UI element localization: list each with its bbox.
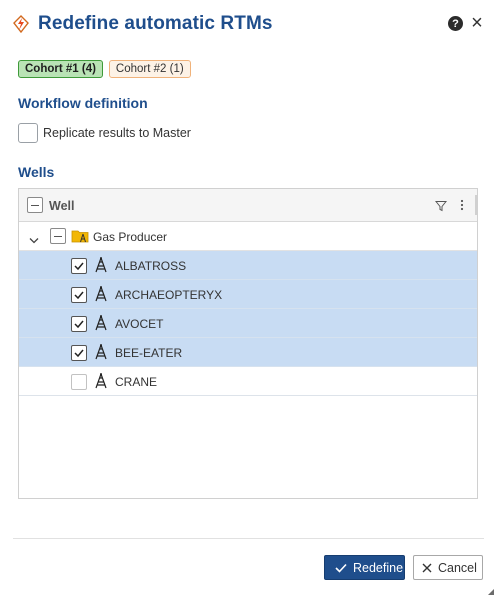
group-row-gas-producer[interactable]: Gas Producer [19,222,477,251]
resize-grip-icon[interactable] [486,584,494,595]
select-all-checkbox[interactable] [27,197,43,213]
oil-rig-icon [94,373,108,389]
group-checkbox[interactable] [50,228,66,244]
footer-divider [13,538,484,539]
question-circle-icon[interactable]: ? [448,16,463,31]
wells-grid: Well Gas Producer ALBATROSS ARCHAEOPTERY… [18,188,478,499]
oil-rig-icon [94,315,108,331]
well-name: BEE-EATER [115,346,183,360]
replicate-label: Replicate results to Master [43,126,191,140]
well-rows: ALBATROSS ARCHAEOPTERYX AVOCET BEE-EATER CRA… [19,251,477,396]
well-row[interactable]: BEE-EATER [19,338,477,367]
cohort-chip-2[interactable]: Cohort #2 (1) [108,60,191,78]
workflow-section-title: Workflow definition [18,95,148,111]
cohort-chips: Cohort #1 (4) Cohort #2 (1) [18,60,191,78]
redefine-button-label: Redefine [353,560,404,575]
well-row[interactable]: AVOCET [19,309,477,338]
group-label: Gas Producer [93,230,168,244]
oil-rig-icon [94,344,108,360]
column-menu-icon[interactable] [459,198,465,212]
well-checkbox[interactable] [71,374,87,390]
well-checkbox[interactable] [71,316,87,332]
well-row[interactable]: ARCHAEOPTERYX [19,280,477,309]
replicate-option: Replicate results to Master [18,123,191,143]
cancel-button-label: Cancel [438,560,477,575]
checkmark-icon [335,563,347,573]
wells-section-title: Wells [18,164,55,180]
dialog-header: Redefine automatic RTMs ? × [12,10,485,38]
folder-well-icon [71,228,89,244]
well-row[interactable]: CRANE [19,367,477,396]
column-resize-handle[interactable] [475,195,477,215]
well-checkbox[interactable] [71,345,87,361]
well-row[interactable]: ALBATROSS [19,251,477,280]
cohort-chip-1[interactable]: Cohort #1 (4) [18,60,103,78]
column-header-well[interactable]: Well [49,199,74,213]
well-name: AVOCET [115,317,164,331]
redefine-button[interactable]: Redefine [324,555,405,580]
well-checkbox[interactable] [71,258,87,274]
dialog-title: Redefine automatic RTMs [38,13,273,34]
filter-icon[interactable] [434,199,448,212]
well-checkbox[interactable] [71,287,87,303]
well-name: ARCHAEOPTERYX [115,288,223,302]
close-icon[interactable]: × [469,13,485,33]
close-icon [422,563,432,573]
redefine-rtm-dialog: Redefine automatic RTMs ? × Cohort #1 (4… [0,0,497,595]
cancel-button[interactable]: Cancel [413,555,483,580]
chevron-down-icon[interactable] [29,232,39,244]
oil-rig-icon [94,257,108,273]
well-name: ALBATROSS [115,259,187,273]
grid-header: Well [19,189,477,222]
oil-rig-icon [94,286,108,302]
replicate-checkbox[interactable] [18,123,38,143]
rtm-app-icon [12,15,30,34]
well-name: CRANE [115,375,158,389]
